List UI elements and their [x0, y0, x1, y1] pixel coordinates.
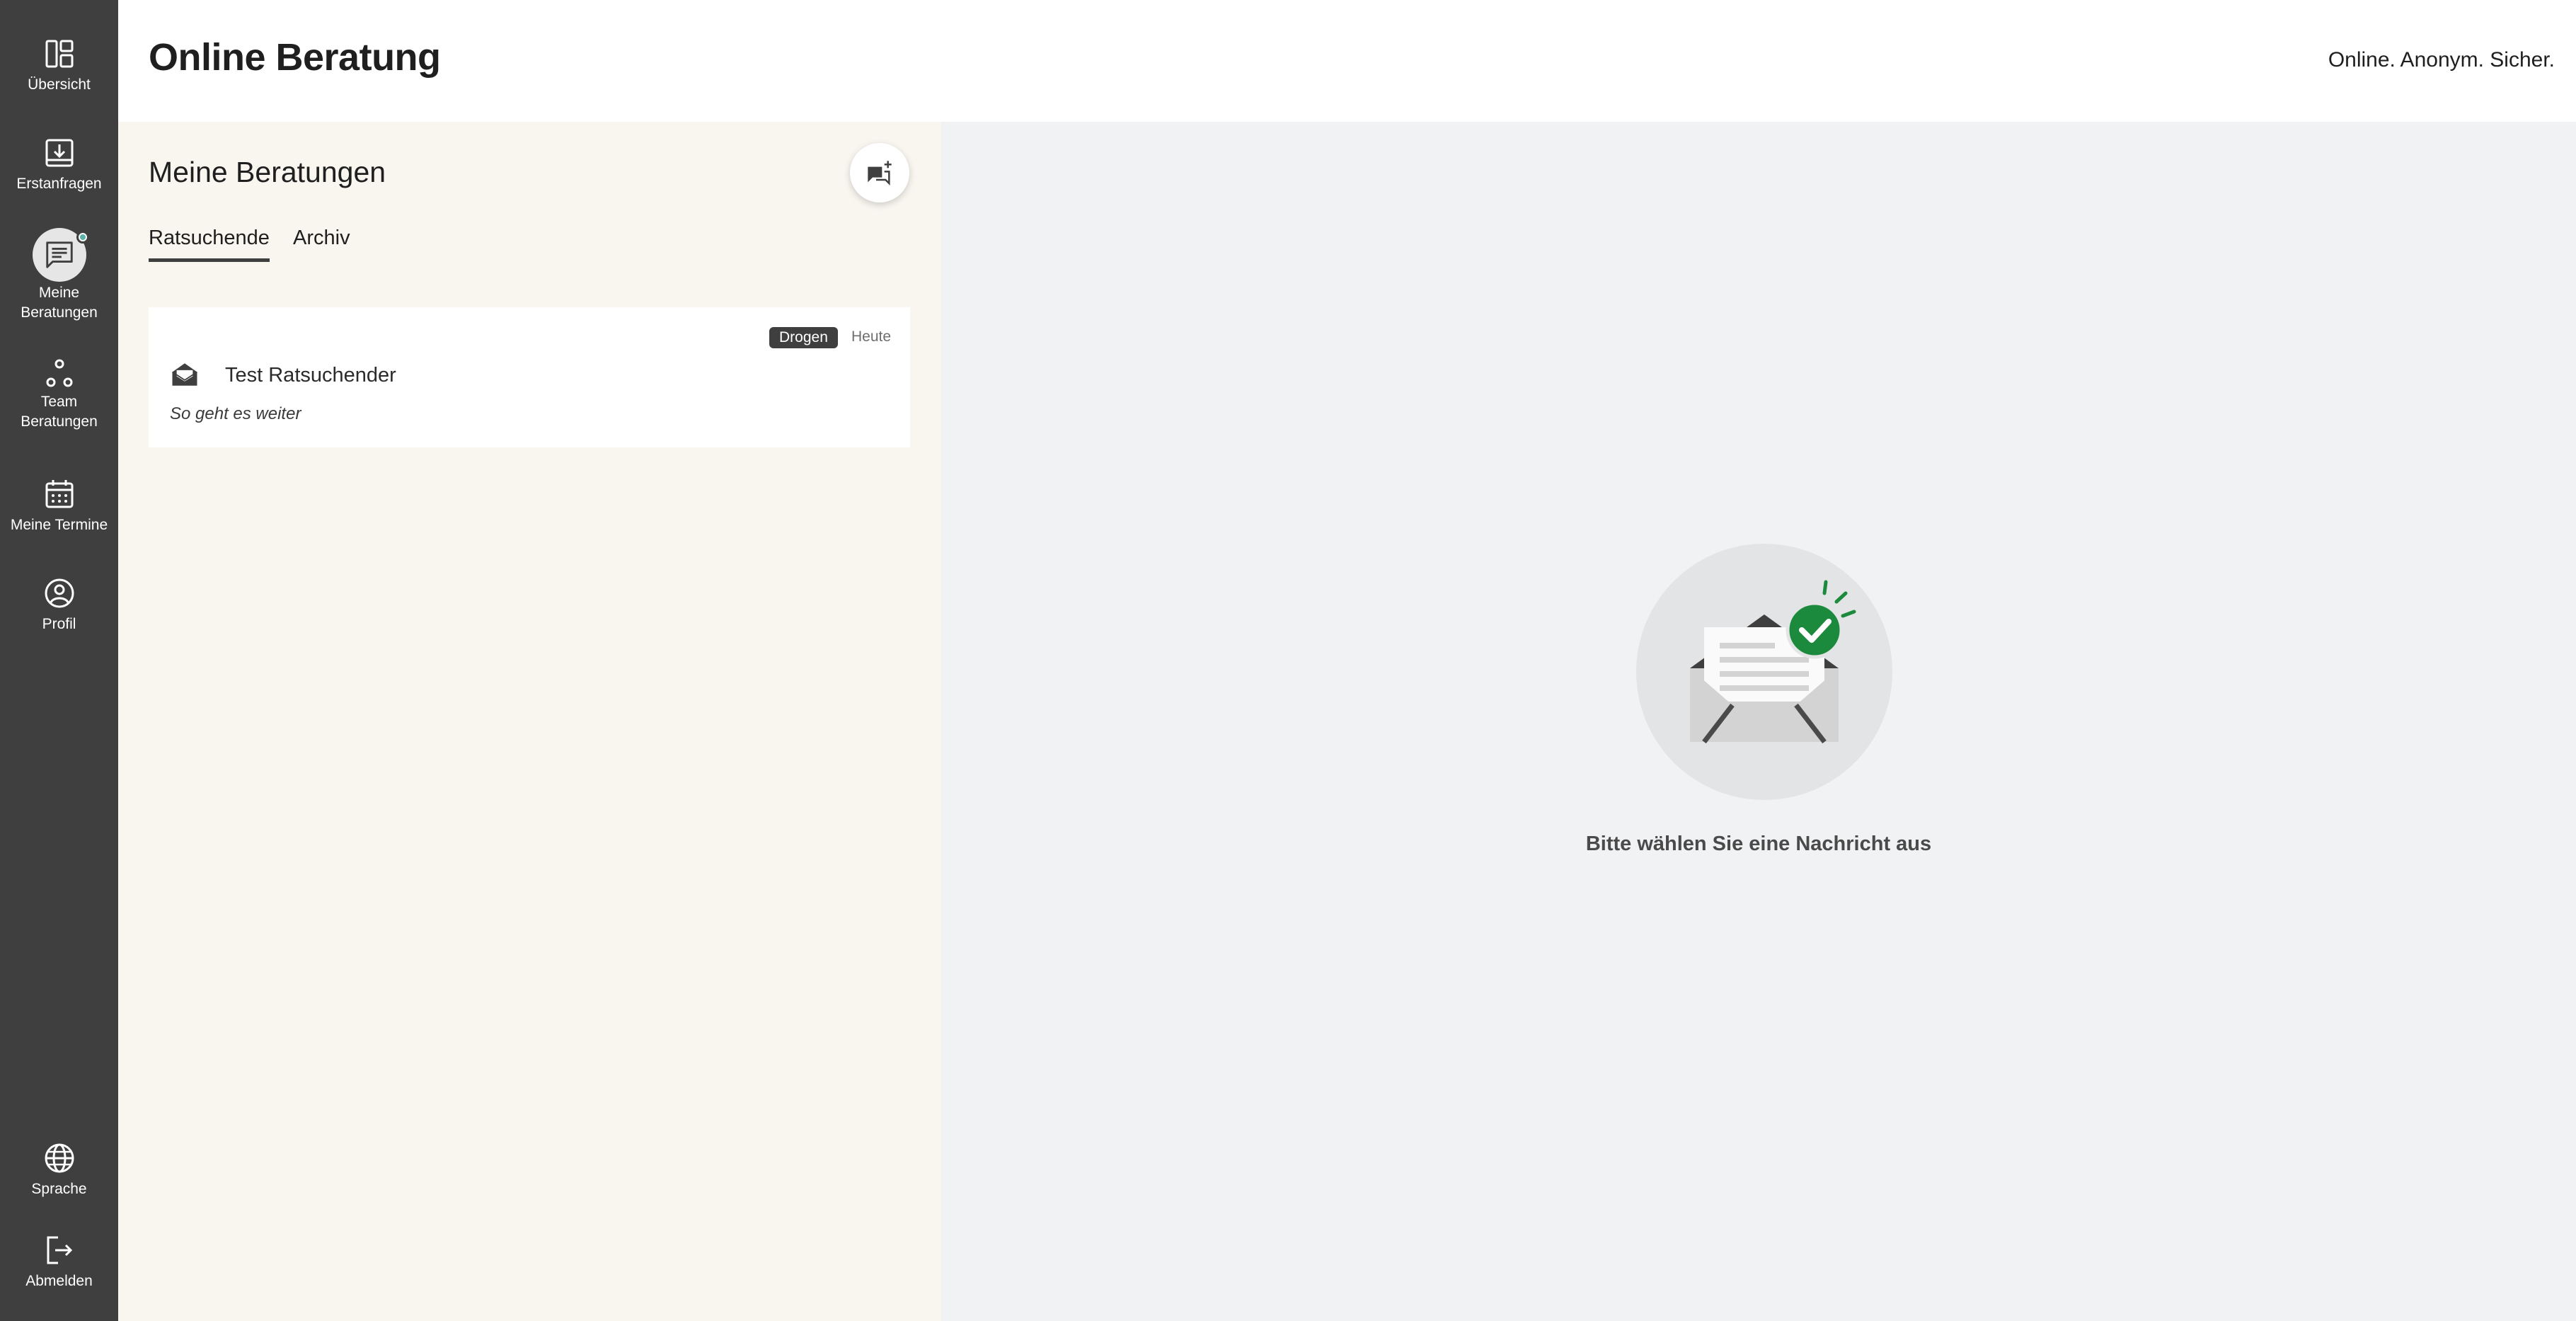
- new-chat-button[interactable]: [850, 143, 909, 202]
- sidebar-item-label-line2: Beratungen: [21, 413, 98, 430]
- sidebar: Übersicht Erstanfragen Meine Beratungen: [0, 0, 118, 1321]
- globe-icon: [45, 1143, 74, 1173]
- app-title: Online Beratung: [149, 36, 441, 79]
- sidebar-item-label-line2: Beratungen: [21, 304, 98, 321]
- sidebar-item-label: Abmelden: [25, 1273, 93, 1289]
- session-list-item[interactable]: Drogen Heute Test Ratsuchender So geht e…: [149, 307, 910, 447]
- sidebar-item-abmelden[interactable]: Abmelden: [0, 1233, 118, 1291]
- overview-icon: [45, 40, 73, 68]
- panel-title: Meine Beratungen: [149, 156, 386, 188]
- session-user-name: Test Ratsuchender: [225, 364, 396, 387]
- sidebar-item-meine-termine[interactable]: Meine Termine: [0, 477, 118, 535]
- empty-state-text: Bitte wählen Sie eine Nachricht aus: [1585, 833, 1932, 855]
- sidebar-item-overview[interactable]: Übersicht: [0, 37, 118, 95]
- sidebar-item-label: Team Beratungen: [0, 392, 118, 432]
- sidebar-item-label: Meine Termine: [10, 517, 108, 533]
- calendar-icon: [45, 480, 73, 508]
- chat-bubble-icon: [45, 241, 73, 268]
- sidebar-item-erstanfragen[interactable]: Erstanfragen: [0, 136, 118, 194]
- topic-badge: Drogen: [769, 327, 838, 348]
- tab-ratsuchende[interactable]: Ratsuchende: [149, 227, 270, 262]
- notification-dot: [76, 231, 89, 244]
- active-indicator: [32, 228, 89, 282]
- sidebar-item-team-beratungen[interactable]: Team Beratungen: [0, 357, 118, 432]
- tab-archiv[interactable]: Archiv: [293, 227, 350, 258]
- sidebar-item-label: Erstanfragen: [16, 176, 102, 192]
- session-message-preview: So geht es weiter: [170, 404, 301, 423]
- sidebar-item-label-line1: Team: [40, 394, 78, 410]
- sidebar-item-label: Meine Beratungen: [0, 283, 118, 323]
- app-header: Online Beratung Online. Anonym. Sicher.: [118, 0, 2576, 122]
- inbox-download-icon: [45, 139, 73, 167]
- envelope-check-illustration: [1636, 544, 1892, 800]
- logout-icon: [47, 1236, 72, 1264]
- sidebar-item-label-line1: Meine: [38, 285, 80, 301]
- profile-icon: [45, 578, 74, 608]
- sidebar-item-label: Sprache: [31, 1181, 87, 1197]
- sidebar-item-label: Profil: [42, 616, 76, 632]
- session-date: Heute: [851, 328, 892, 345]
- envelope-open-icon: [172, 363, 197, 386]
- new-chat-icon: [868, 161, 892, 186]
- session-list-panel: Meine Beratungen Ratsuchende Archiv Drog…: [118, 122, 941, 1321]
- sidebar-item-label: Übersicht: [28, 76, 91, 93]
- session-detail-panel: Bitte wählen Sie eine Nachricht aus: [941, 122, 2576, 1321]
- sidebar-item-meine-beratungen[interactable]: Meine Beratungen: [0, 228, 118, 323]
- header-claim: Online. Anonym. Sicher.: [2328, 48, 2555, 72]
- team-icon: [46, 359, 72, 387]
- sidebar-item-profil[interactable]: Profil: [0, 576, 118, 634]
- sidebar-item-sprache[interactable]: Sprache: [0, 1141, 118, 1199]
